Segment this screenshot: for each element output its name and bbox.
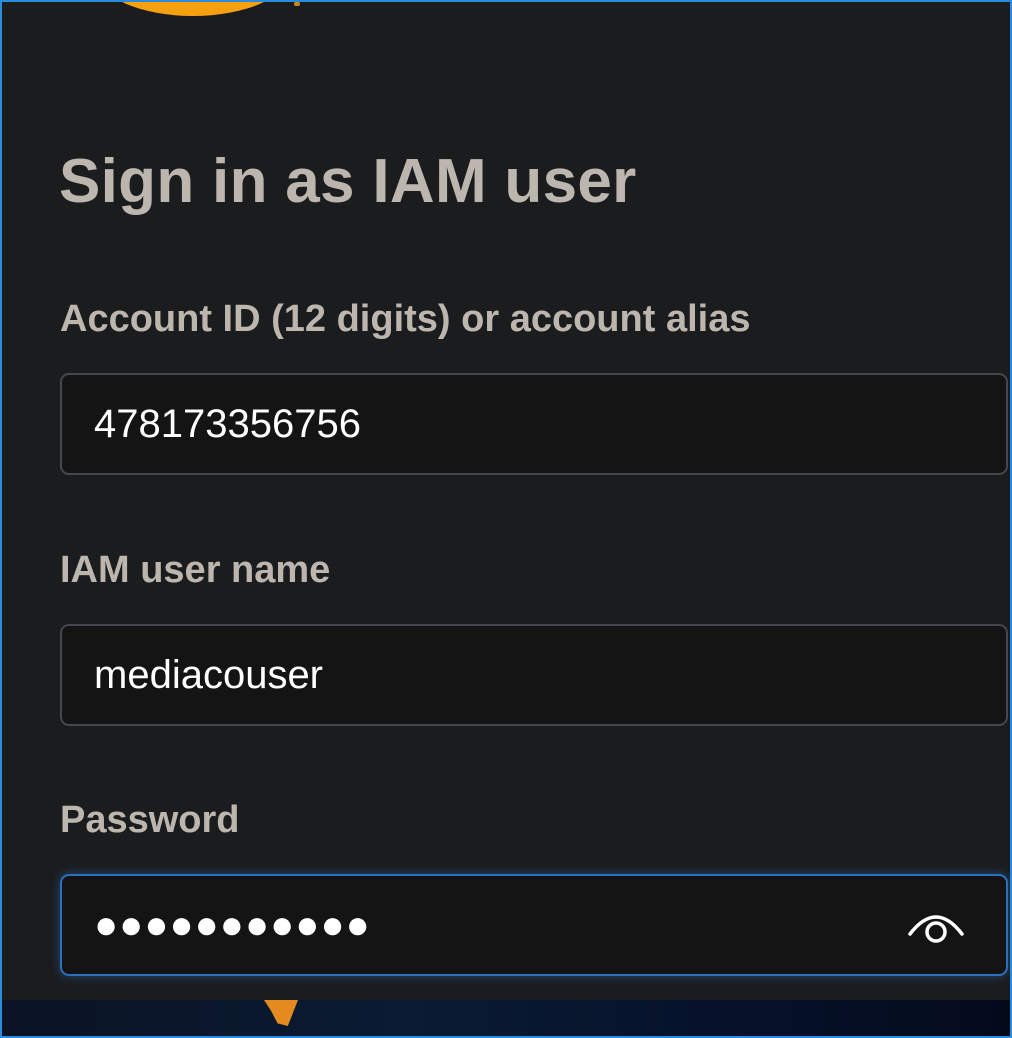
logo-icon <box>98 2 288 16</box>
page-title: Sign in as IAM user <box>59 147 637 216</box>
background-image-strip <box>2 1000 1010 1036</box>
account-id-value: 478173356756 <box>94 401 361 446</box>
logo-dot <box>294 2 300 6</box>
username-input[interactable]: mediacouser <box>60 624 1008 726</box>
username-value: mediacouser <box>94 652 324 697</box>
password-input[interactable]: ●●●●●●●●●●● <box>60 874 1008 976</box>
sign-in-panel: Sign in as IAM user Account ID (12 digit… <box>0 0 1012 1038</box>
account-id-input[interactable]: 478173356756 <box>60 373 1008 475</box>
eye-icon-graphic <box>908 915 964 943</box>
eye-icon[interactable] <box>906 906 966 946</box>
password-masked-value: ●●●●●●●●●●● <box>94 902 371 947</box>
password-label: Password <box>60 799 240 841</box>
account-id-label: Account ID (12 digits) or account alias <box>60 298 751 340</box>
username-label: IAM user name <box>60 549 331 591</box>
